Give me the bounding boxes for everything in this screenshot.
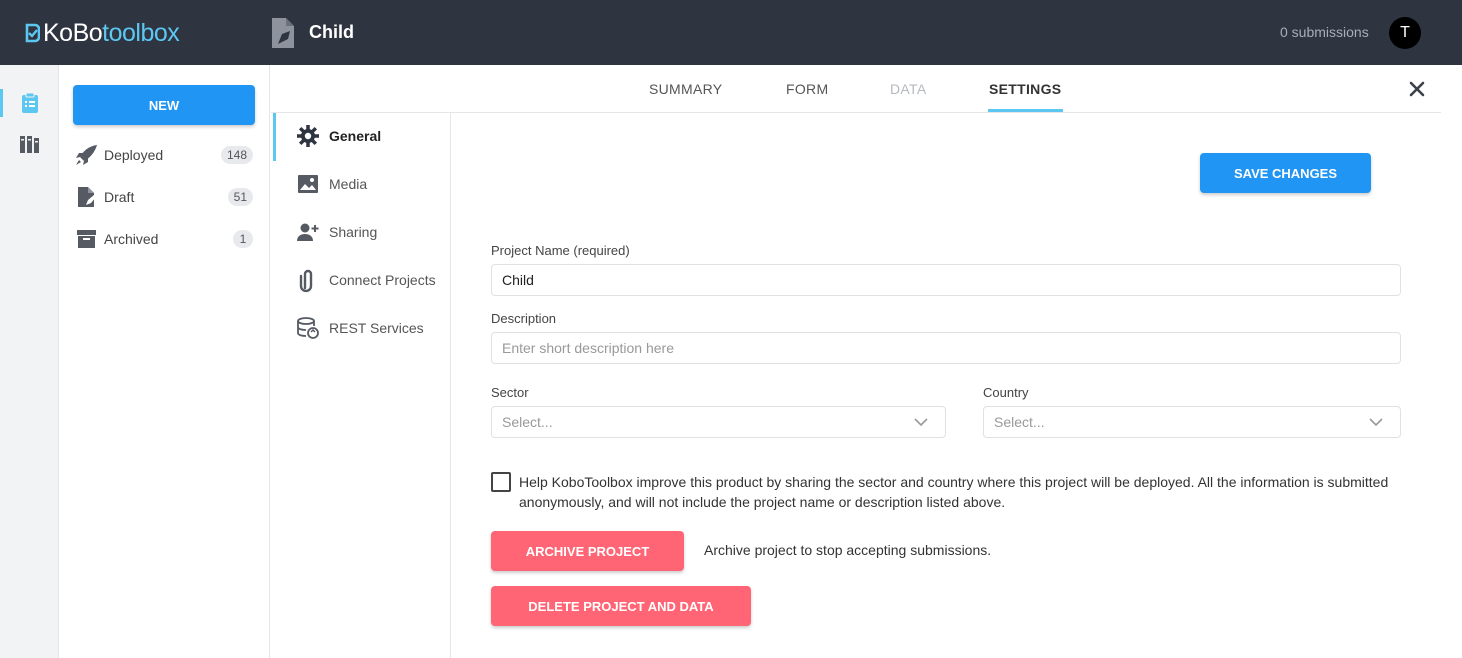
close-icon[interactable] bbox=[1408, 80, 1426, 98]
archive-icon bbox=[77, 230, 96, 248]
sidebar-item-label: Archived bbox=[104, 231, 159, 247]
settings-nav-active-indicator bbox=[273, 113, 276, 161]
sector-select[interactable]: Select... bbox=[491, 406, 946, 438]
share-data-checkbox-label: Help KoboToolbox improve this product by… bbox=[519, 474, 1389, 510]
draft-icon bbox=[78, 187, 96, 207]
add-user-icon bbox=[297, 223, 319, 241]
project-tabs: SUMMARY FORM DATA SETTINGS bbox=[271, 65, 1441, 113]
sidebar-item-label: Deployed bbox=[104, 147, 164, 163]
chevron-down-icon[interactable] bbox=[914, 418, 928, 426]
sector-select-value: Select... bbox=[502, 414, 553, 430]
project-title: Child bbox=[309, 22, 354, 42]
settings-nav-label: Connect Projects bbox=[329, 272, 436, 288]
icon-rail bbox=[0, 65, 59, 658]
kobotoolbox-logo[interactable]: KoBotoolbox bbox=[24, 18, 180, 47]
library-icon[interactable] bbox=[19, 133, 41, 155]
active-tab-indicator bbox=[988, 109, 1063, 112]
sidebar-item-label: Draft bbox=[104, 189, 135, 205]
settings-nav-media[interactable]: Media bbox=[296, 171, 367, 197]
settings-nav-label: REST Services bbox=[329, 320, 424, 336]
gear-icon bbox=[297, 125, 319, 147]
image-icon bbox=[298, 175, 318, 193]
rocket-icon bbox=[76, 145, 97, 165]
settings-nav-label: General bbox=[329, 128, 382, 144]
project-name-label: Project Name (required) bbox=[491, 243, 630, 258]
count-badge: 51 bbox=[227, 188, 253, 206]
delete-project-button[interactable]: DELETE PROJECT AND DATA bbox=[491, 586, 751, 626]
settings-nav-connect-projects[interactable]: Connect Projects bbox=[296, 267, 436, 293]
count-badge: 1 bbox=[233, 230, 253, 248]
tab-form[interactable]: FORM bbox=[786, 81, 828, 97]
chevron-down-icon[interactable] bbox=[1369, 418, 1383, 426]
description-input[interactable]: Enter short description here bbox=[491, 332, 1401, 364]
project-name-input[interactable]: Child bbox=[491, 264, 1401, 296]
country-select[interactable]: Select... bbox=[983, 406, 1401, 438]
settings-nav-sharing[interactable]: Sharing bbox=[296, 219, 377, 245]
count-badge: 148 bbox=[220, 146, 253, 164]
country-label: Country bbox=[983, 385, 1029, 400]
paperclip-icon bbox=[299, 269, 313, 292]
kobo-logo-icon bbox=[25, 23, 40, 43]
project-sidebar: NEW Deployed 148 Draft 51 Archived 1 bbox=[59, 65, 270, 658]
tab-summary[interactable]: SUMMARY bbox=[649, 81, 722, 97]
sidebar-item-archived[interactable]: Archived 1 bbox=[75, 227, 253, 251]
archive-note: Archive project to stop accepting submis… bbox=[704, 542, 992, 558]
projects-icon[interactable] bbox=[19, 92, 41, 114]
tab-data[interactable]: DATA bbox=[890, 81, 926, 97]
rail-active-indicator bbox=[0, 89, 3, 117]
archive-project-button[interactable]: ARCHIVE PROJECT bbox=[491, 531, 684, 571]
sidebar-item-deployed[interactable]: Deployed 148 bbox=[75, 143, 253, 167]
project-form-icon bbox=[272, 18, 294, 48]
database-sync-icon bbox=[297, 317, 319, 339]
description-label: Description bbox=[491, 311, 557, 326]
user-avatar[interactable]: T bbox=[1389, 17, 1421, 49]
settings-nav-label: Media bbox=[329, 176, 368, 192]
settings-nav-label: Sharing bbox=[329, 224, 378, 240]
submission-count: 0 submissions bbox=[1280, 24, 1369, 40]
logo-text: KoBotoolbox bbox=[43, 18, 180, 47]
save-changes-button[interactable]: SAVE CHANGES bbox=[1200, 153, 1371, 193]
share-data-checkbox[interactable] bbox=[491, 472, 511, 492]
settings-nav-general[interactable]: General bbox=[296, 123, 381, 149]
new-project-button[interactable]: NEW bbox=[73, 85, 255, 125]
tab-settings[interactable]: SETTINGS bbox=[989, 81, 1061, 97]
top-header: KoBotoolbox Child 0 submissions T bbox=[0, 0, 1462, 65]
country-select-value: Select... bbox=[994, 414, 1045, 430]
sidebar-item-draft[interactable]: Draft 51 bbox=[75, 185, 253, 209]
sector-label: Sector bbox=[491, 385, 529, 400]
settings-nav-rest-services[interactable]: REST Services bbox=[296, 315, 424, 341]
